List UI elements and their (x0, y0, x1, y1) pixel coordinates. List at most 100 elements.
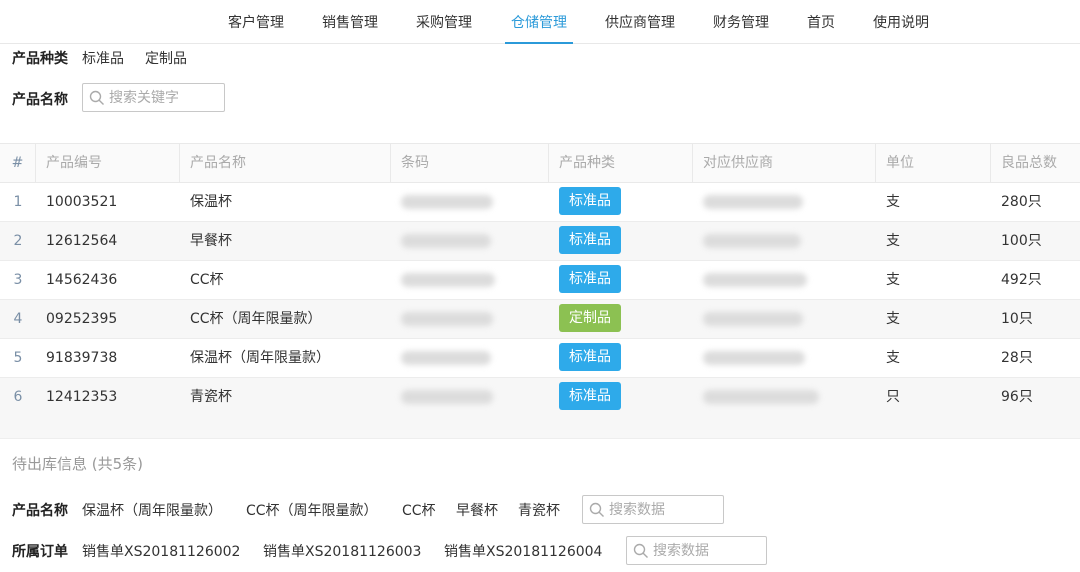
row-unit: 支 (886, 272, 900, 288)
nav-warehouse-management[interactable]: 仓储管理 (505, 0, 573, 44)
category-badge: 定制品 (559, 304, 621, 332)
row-name: 保温杯（周年限量款） (190, 350, 330, 366)
row-name: CC杯（周年限量款） (190, 311, 322, 327)
search-icon (633, 543, 648, 558)
row-total: 492只 (1001, 272, 1042, 288)
row-name: CC杯 (190, 272, 224, 288)
outbound-section-title: 待出库信息 (共5条) (12, 455, 144, 473)
category-badge: 标准品 (559, 187, 621, 215)
category-option-custom[interactable]: 定制品 (145, 48, 187, 68)
outbound-name-option[interactable]: CC杯 (402, 500, 436, 520)
table-row[interactable]: 3 14562436 CC杯 标准品 支 492只 (0, 261, 1080, 300)
row-barcode-blurred (391, 261, 549, 299)
row-category: 定制品 (549, 300, 693, 338)
row-total: 96只 (1001, 389, 1033, 405)
row-barcode-blurred (391, 222, 549, 260)
outbound-order-label: 所属订单 (12, 544, 68, 560)
row-index: 6 (13, 389, 23, 405)
outbound-order-option[interactable]: 销售单XS20181126004 (444, 541, 602, 561)
outbound-name-option[interactable]: 青瓷杯 (518, 500, 560, 520)
row-index: 5 (13, 350, 23, 366)
row-barcode-blurred (391, 300, 549, 338)
nav-sales-management[interactable]: 销售管理 (320, 0, 380, 43)
table-row[interactable]: 1 10003521 保温杯 标准品 支 280只 (0, 183, 1080, 222)
row-category: 标准品 (549, 339, 693, 377)
row-index: 2 (13, 233, 23, 249)
row-name: 保温杯 (190, 194, 232, 210)
row-total: 28只 (1001, 350, 1033, 366)
col-header-index: # (0, 144, 36, 182)
category-badge: 标准品 (559, 343, 621, 371)
product-search-box[interactable] (82, 83, 225, 112)
row-name: 青瓷杯 (190, 389, 232, 405)
row-code: 91839738 (46, 350, 118, 366)
row-category: 标准品 (549, 261, 693, 299)
outbound-name-label: 产品名称 (12, 503, 68, 519)
row-barcode-blurred (391, 378, 549, 416)
table-row[interactable]: 5 91839738 保温杯（周年限量款） 标准品 支 28只 (0, 339, 1080, 378)
row-total: 10只 (1001, 311, 1033, 327)
row-supplier-blurred (693, 339, 876, 377)
col-header-barcode: 条码 (391, 144, 549, 182)
search-icon (589, 502, 604, 517)
top-nav: 客户管理 销售管理 采购管理 仓储管理 供应商管理 财务管理 首页 使用说明 (0, 0, 1080, 44)
nav-home[interactable]: 首页 (805, 0, 837, 43)
nav-supplier-management[interactable]: 供应商管理 (603, 0, 677, 43)
category-option-standard[interactable]: 标准品 (82, 48, 124, 68)
table-row[interactable]: 4 09252395 CC杯（周年限量款） 定制品 支 10只 (0, 300, 1080, 339)
row-supplier-blurred (693, 300, 876, 338)
row-category: 标准品 (549, 183, 693, 221)
table-footer-band (0, 414, 1080, 438)
row-category: 标准品 (549, 378, 693, 416)
row-code: 12412353 (46, 389, 118, 405)
outbound-order-search-box[interactable] (626, 536, 767, 565)
row-unit: 支 (886, 194, 900, 210)
category-badge: 标准品 (559, 382, 621, 410)
outbound-name-option[interactable]: 保温杯（周年限量款） (82, 500, 222, 520)
row-supplier-blurred (693, 222, 876, 260)
row-index: 1 (13, 194, 23, 210)
outbound-order-option[interactable]: 销售单XS20181126002 (82, 541, 240, 561)
outbound-name-option[interactable]: CC杯（周年限量款） (246, 500, 378, 520)
row-total: 100只 (1001, 233, 1042, 249)
row-category: 标准品 (549, 222, 693, 260)
category-badge: 标准品 (559, 226, 621, 254)
outbound-name-search-box[interactable] (582, 495, 724, 524)
category-badge: 标准品 (559, 265, 621, 293)
row-supplier-blurred (693, 378, 876, 416)
row-supplier-blurred (693, 183, 876, 221)
col-header-code: 产品编号 (36, 144, 180, 182)
product-table: # 产品编号 产品名称 条码 产品种类 对应供应商 单位 良品总数 1 1000… (0, 143, 1080, 417)
product-search-input[interactable] (109, 84, 220, 111)
outbound-order-option[interactable]: 销售单XS20181126003 (263, 541, 421, 561)
col-header-name: 产品名称 (180, 144, 391, 182)
col-header-supplier: 对应供应商 (693, 144, 876, 182)
row-index: 4 (13, 311, 23, 327)
nav-user-guide[interactable]: 使用说明 (870, 0, 932, 43)
nav-customer-management[interactable]: 客户管理 (226, 0, 286, 43)
row-barcode-blurred (391, 183, 549, 221)
table-row[interactable]: 6 12412353 青瓷杯 标准品 只 96只 (0, 378, 1080, 417)
section-divider (0, 438, 1080, 439)
row-code: 10003521 (46, 194, 118, 210)
row-unit: 只 (886, 389, 900, 405)
outbound-name-option[interactable]: 早餐杯 (456, 500, 498, 520)
table-row[interactable]: 2 12612564 早餐杯 标准品 支 100只 (0, 222, 1080, 261)
row-barcode-blurred (391, 339, 549, 377)
category-filter-label: 产品种类 (12, 51, 68, 67)
row-total: 280只 (1001, 194, 1042, 210)
row-name: 早餐杯 (190, 233, 232, 249)
col-header-category: 产品种类 (549, 144, 693, 182)
product-name-filter-label: 产品名称 (12, 92, 68, 108)
search-icon (89, 90, 104, 105)
outbound-order-search-input[interactable] (653, 537, 762, 564)
table-header: # 产品编号 产品名称 条码 产品种类 对应供应商 单位 良品总数 (0, 144, 1080, 183)
nav-purchase-management[interactable]: 采购管理 (414, 0, 474, 43)
nav-finance-management[interactable]: 财务管理 (710, 0, 772, 43)
outbound-name-search-input[interactable] (609, 496, 719, 523)
row-code: 14562436 (46, 272, 118, 288)
row-unit: 支 (886, 311, 900, 327)
row-code: 12612564 (46, 233, 118, 249)
row-code: 09252395 (46, 311, 118, 327)
row-unit: 支 (886, 233, 900, 249)
